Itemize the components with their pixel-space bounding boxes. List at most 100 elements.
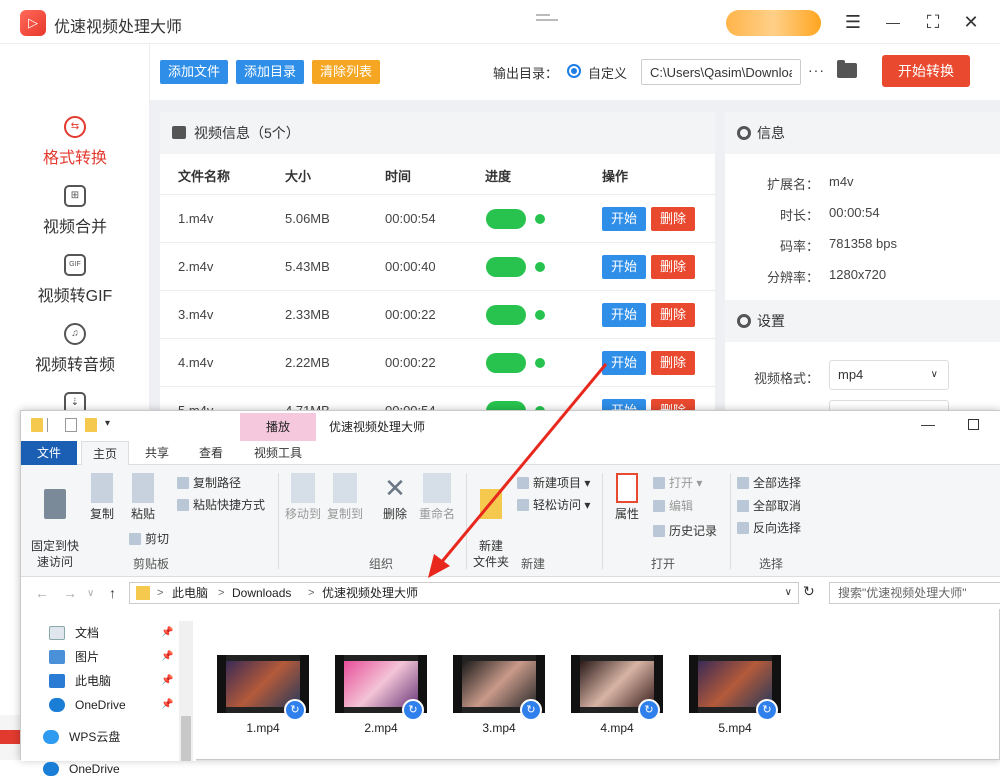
file-item[interactable]: ↻ 2.mp4: [335, 655, 427, 735]
nav-item-this-pc[interactable]: 此电脑: [49, 671, 111, 691]
delete-button[interactable]: 删除: [651, 255, 695, 279]
file-name: 1.mp4: [246, 721, 280, 735]
delete-button[interactable]: 删除: [651, 303, 695, 327]
edit-button[interactable]: 编辑: [653, 498, 693, 514]
up-icon[interactable]: ↑: [109, 585, 116, 601]
customize-icon[interactable]: ▾: [105, 418, 117, 432]
nav-item-pictures[interactable]: 图片: [49, 647, 99, 667]
paste-label: 粘贴: [130, 507, 155, 521]
breadcrumb-separator: >: [218, 587, 225, 599]
move-to-button[interactable]: 移动到: [283, 473, 323, 522]
file-name: 3.m4v: [178, 307, 214, 322]
video-format-select[interactable]: mp4 ∨: [829, 360, 949, 390]
tab-share[interactable]: 共享: [135, 441, 179, 465]
pin-icon[interactable]: 📌: [161, 675, 173, 686]
start-button[interactable]: 开始: [602, 207, 646, 231]
tab-file[interactable]: 文件: [21, 441, 77, 465]
info-key: 时长：: [779, 208, 819, 223]
open-button[interactable]: 打开 ▾: [653, 475, 702, 491]
file-item[interactable]: ↻ 5.mp4: [689, 655, 781, 735]
select-none-button[interactable]: 全部取消: [737, 498, 801, 514]
chevron-down-icon[interactable]: ∨: [785, 583, 792, 603]
file-name: 4.mp4: [600, 721, 634, 735]
table-row: 3.m4v 2.33MB 00:00:22 开始 删除: [160, 290, 715, 338]
sidebar-item-video-merge[interactable]: ⊞ 视频合并: [0, 185, 150, 237]
close-icon[interactable]: ✕: [960, 11, 982, 33]
paste-button[interactable]: 粘贴: [125, 473, 161, 522]
folder-icon[interactable]: [837, 60, 857, 78]
menu-icon[interactable]: ☰: [842, 11, 864, 33]
file-item[interactable]: ↻ 4.mp4: [571, 655, 663, 735]
sidebar-item-format-convert[interactable]: ⇆ 格式转换: [0, 116, 150, 168]
search-input[interactable]: 搜索"优速视频处理大师": [829, 582, 1000, 604]
scrollbar-thumb[interactable]: [181, 716, 191, 761]
file-item[interactable]: ↻ 1.mp4: [217, 655, 309, 735]
copy-to-icon: [333, 473, 357, 503]
refresh-icon[interactable]: ↻: [803, 583, 815, 600]
delete-button[interactable]: 删除: [651, 351, 695, 375]
copy-to-button[interactable]: 复制到: [325, 473, 365, 522]
breadcrumb-downloads[interactable]: Downloads: [232, 583, 291, 603]
copy-path-button[interactable]: 复制路径: [177, 475, 241, 491]
start-button[interactable]: 开始: [602, 303, 646, 327]
cut-button[interactable]: 剪切: [129, 531, 169, 547]
nav-item-wps-cloud[interactable]: WPS云盘: [43, 727, 120, 747]
delete-button[interactable]: ✕ 删除: [377, 473, 413, 522]
nav-item-onedrive[interactable]: OneDrive: [49, 695, 126, 715]
navigation-pane: 文档 📌 图片 📌 此电脑 📌 OneDrive 📌 WPS云盘 OneDriv…: [21, 609, 196, 776]
minimize-icon[interactable]: —: [921, 416, 935, 432]
maximize-icon[interactable]: [968, 419, 979, 430]
nav-item-documents[interactable]: 文档: [49, 623, 99, 643]
properties-icon[interactable]: [65, 418, 77, 432]
file-item[interactable]: ↻ 3.mp4: [453, 655, 545, 735]
copy-button[interactable]: 复制: [85, 473, 119, 522]
forward-icon[interactable]: →: [63, 585, 77, 601]
breadcrumb-this-pc[interactable]: 此电脑: [172, 583, 208, 603]
history-button[interactable]: 历史记录: [653, 523, 717, 539]
info-value: m4v: [829, 174, 854, 189]
maximize-icon[interactable]: ⛶: [922, 11, 944, 33]
video-info-panel: 视频信息（5个） 文件名称 大小 时间 进度 操作 1.m4v 5.06MB 0…: [160, 112, 715, 432]
tab-home[interactable]: 主页: [81, 441, 129, 465]
rename-button[interactable]: 重命名: [415, 473, 459, 522]
document-icon: [49, 626, 65, 640]
sidebar-item-video-audio[interactable]: ♫ 视频转音频: [0, 323, 150, 375]
paste-shortcut-button[interactable]: 粘贴快捷方式: [177, 497, 265, 513]
nav-scrollbar[interactable]: [179, 621, 193, 761]
address-bar[interactable]: > 此电脑 > Downloads > 优速视频处理大师 ∨: [129, 582, 799, 604]
file-name: 3.mp4: [482, 721, 516, 735]
new-folder-button[interactable]: 新建 文件夹: [471, 473, 511, 570]
start-button[interactable]: 开始: [602, 255, 646, 279]
delete-button[interactable]: 删除: [651, 207, 695, 231]
new-folder-icon[interactable]: [85, 418, 97, 432]
minimize-icon[interactable]: —: [882, 11, 904, 33]
back-icon[interactable]: ←: [35, 585, 49, 601]
pin-icon[interactable]: 📌: [161, 651, 173, 662]
start-button[interactable]: 开始: [602, 351, 646, 375]
video-thumbnail: ↻: [217, 655, 309, 721]
sidebar-item-video-gif[interactable]: GIF 视频转GIF: [0, 254, 150, 306]
tab-video-tools[interactable]: 视频工具: [240, 441, 316, 465]
add-file-button[interactable]: 添加文件: [160, 60, 229, 84]
properties-icon: [616, 473, 638, 503]
custom-radio[interactable]: [567, 64, 581, 78]
recent-icon[interactable]: ∨: [87, 588, 94, 599]
clear-list-button[interactable]: 清除列表: [312, 60, 381, 84]
new-item-button[interactable]: 新建项目 ▾: [517, 475, 590, 491]
pin-quick-access-button[interactable]: 固定到快 速访问: [27, 473, 83, 570]
breadcrumb-current[interactable]: 优速视频处理大师: [322, 583, 418, 603]
properties-button[interactable]: 属性: [607, 473, 647, 522]
tab-view[interactable]: 查看: [189, 441, 233, 465]
nav-item-onedrive-2[interactable]: OneDrive: [43, 759, 120, 779]
pin-icon[interactable]: 📌: [161, 699, 173, 710]
group-select: 选择: [758, 557, 783, 571]
add-directory-button[interactable]: 添加目录: [236, 60, 305, 84]
promo-badge[interactable]: [726, 10, 821, 36]
start-convert-button[interactable]: 开始转换: [882, 55, 970, 87]
invert-selection-button[interactable]: 反向选择: [737, 520, 801, 536]
pin-icon[interactable]: 📌: [161, 627, 173, 638]
select-all-button[interactable]: 全部选择: [737, 475, 801, 491]
easy-access-button[interactable]: 轻松访问 ▾: [517, 497, 590, 513]
output-path-input[interactable]: [641, 59, 801, 85]
more-icon[interactable]: ···: [808, 62, 825, 78]
